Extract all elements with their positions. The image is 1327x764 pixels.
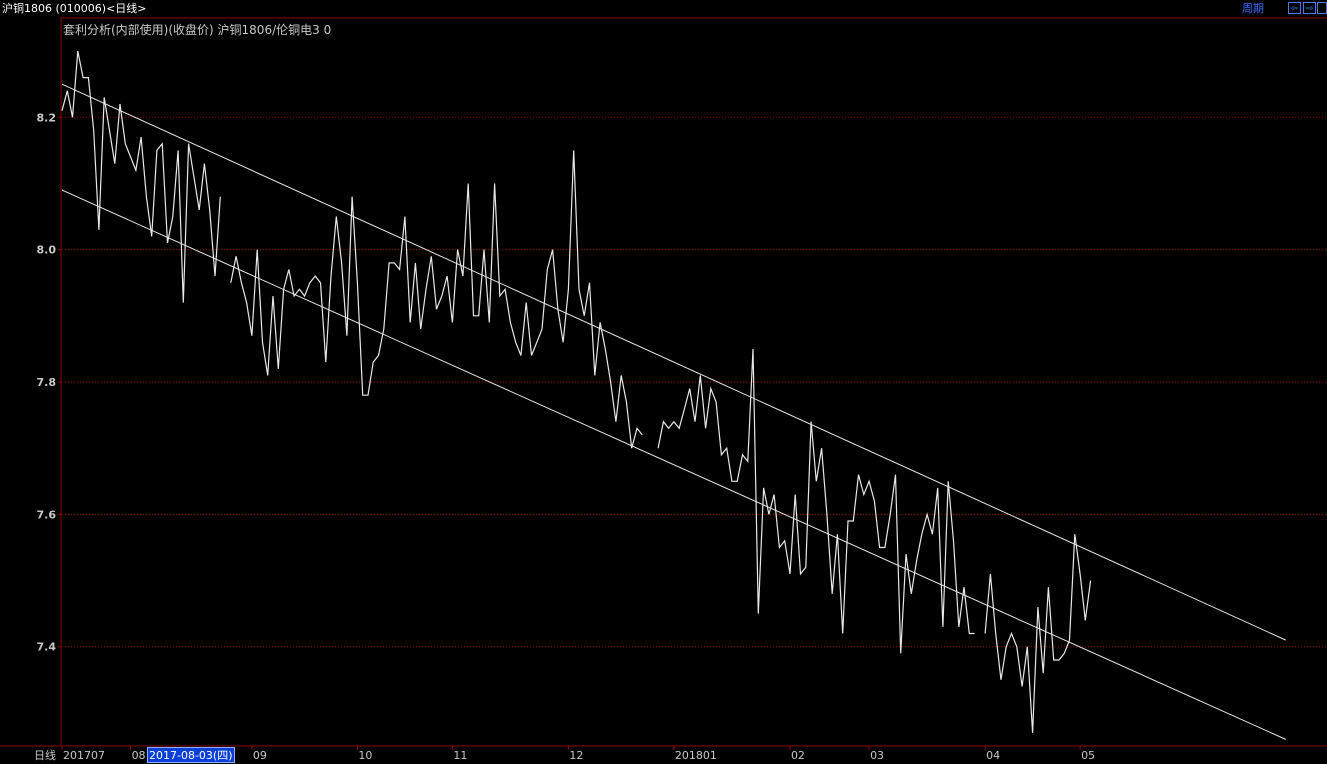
chart-title: 套利分析(内部使用)(收盘价) 沪铜1806/伦铜电3 0 [63,22,331,37]
timeframe-label: 日线 [34,748,56,762]
y-tick-label-7.4: 7.4 [37,641,57,654]
x-tick-label-08: 08 [132,749,146,762]
x-tick-label-201801: 201801 [675,749,717,762]
date-cursor-label: 2017-08-03(四) [147,747,235,763]
y-tick-label-8.2: 8.2 [37,111,57,124]
trend-channel [61,83,1287,740]
x-tick-label-12: 12 [569,749,583,762]
y-tick-label-8.0: 8.0 [37,244,57,257]
series-segment-2 [657,348,975,654]
series-segment-3 [984,534,1092,733]
x-tick-label-201707: 201707 [63,749,105,762]
series-segment-1 [230,150,643,449]
y-tick-label-7.8: 7.8 [37,376,57,389]
x-tick-label-05: 05 [1081,749,1095,762]
y-tick-label-7.6: 7.6 [37,508,57,521]
spread-chart[interactable]: 7.4 7.6 7.8 8.0 8.2 201707 08 09 10 11 12 201801 02… [0,0,1327,764]
x-tick-label-10: 10 [358,749,372,762]
trend-line-lower [61,189,1287,740]
y-tick-labels: 7.4 7.6 7.8 8.0 8.2 [37,111,57,653]
x-tick-label-09: 09 [253,749,267,762]
x-tick-label-04: 04 [986,749,1000,762]
gridlines [58,116,1327,648]
x-tick-label-03: 03 [870,749,884,762]
trend-line-upper [61,83,1287,641]
series-lines [61,50,1092,733]
series-segment-0 [61,50,221,303]
x-tick-label-11: 11 [453,749,467,762]
x-tick-label-02: 02 [791,749,805,762]
